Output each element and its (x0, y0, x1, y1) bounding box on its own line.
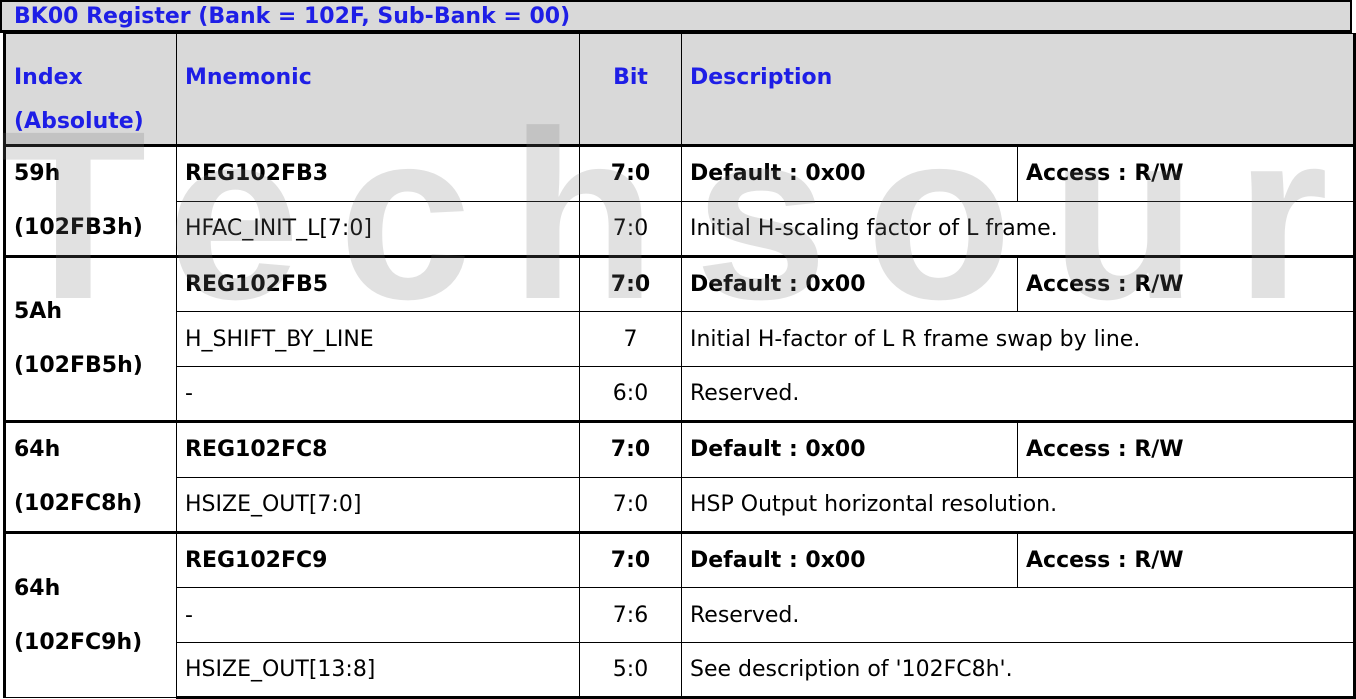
table-row: HSIZE_OUT[7:0] 7:0 HSP Output horizontal… (5, 476, 1356, 533)
field-bit: 7:0 (579, 476, 682, 533)
register-table: Index (Absolute) Mnemonic Bit Description… (3, 33, 1356, 699)
register-access: Access : R/W (1016, 144, 1356, 202)
field-description: Initial H-factor of L R frame swap by li… (680, 311, 1356, 367)
field-bit: 5:0 (579, 642, 682, 699)
field-description: Initial H-scaling factor of L frame. (680, 200, 1356, 257)
register-default: Default : 0x00 (681, 531, 1018, 588)
register-mnemonic: REG102FB3 (176, 144, 580, 202)
field-description: HSP Output horizontal resolution. (680, 476, 1356, 533)
header-bit: Bit (579, 33, 682, 147)
register-default: Default : 0x00 (681, 420, 1018, 478)
header-description: Description (680, 33, 1356, 147)
register-index: 64h (102FC8h) (4, 420, 177, 533)
register-bit: 7:0 (579, 255, 682, 312)
header-index: Index (Absolute) (4, 33, 177, 147)
field-mnemonic: HSIZE_OUT[13:8] (176, 642, 580, 699)
register-index: 59h (102FB3h) (4, 144, 177, 257)
table-row: - 7:6 Reserved. (5, 587, 1356, 643)
register-mnemonic: REG102FC8 (176, 420, 580, 478)
register-access: Access : R/W (1016, 420, 1356, 478)
field-description: See description of '102FC8h'. (680, 642, 1356, 699)
register-bit: 7:0 (579, 531, 682, 588)
table-header-row: Index (Absolute) Mnemonic Bit Description (4, 33, 1356, 147)
header-mnemonic: Mnemonic (176, 33, 580, 147)
field-mnemonic: HFAC_INIT_L[7:0] (176, 200, 580, 257)
table-row: - 6:0 Reserved. (5, 366, 1356, 422)
register-mnemonic: REG102FC9 (176, 531, 580, 588)
register-access: Access : R/W (1016, 255, 1356, 312)
table-row: 64h (102FC9h) REG102FC9 7:0 Default : 0x0… (4, 531, 1356, 698)
field-mnemonic: HSIZE_OUT[7:0] (176, 476, 580, 533)
field-mnemonic: - (176, 587, 580, 643)
page-title: BK00 Register (Bank = 102F, Sub-Bank = 0… (0, 0, 1352, 33)
table-row: 5Ah (102FB5h) REG102FB5 7:0 Default : 0x0… (4, 255, 1356, 422)
table-row: H_SHIFT_BY_LINE 7 Initial H-factor of L … (5, 311, 1356, 367)
field-bit: 7:0 (579, 200, 682, 257)
field-description: Reserved. (680, 587, 1356, 643)
field-bit: 7 (579, 311, 682, 367)
field-bit: 7:6 (579, 587, 682, 643)
register-default: Default : 0x00 (681, 255, 1018, 312)
register-index: 5Ah (102FB5h) (4, 255, 177, 422)
register-default: Default : 0x00 (681, 144, 1018, 202)
field-mnemonic: H_SHIFT_BY_LINE (176, 311, 580, 367)
register-index: 64h (102FC9h) (4, 531, 177, 698)
register-mnemonic: REG102FB5 (176, 255, 580, 312)
field-bit: 6:0 (579, 366, 682, 422)
register-bit: 7:0 (579, 420, 682, 478)
field-description: Reserved. (680, 366, 1356, 422)
field-mnemonic: - (176, 366, 580, 422)
register-bit: 7:0 (579, 144, 682, 202)
table-row: 59h (102FB3h) REG102FB3 7:0 Default : 0x0… (4, 144, 1356, 257)
table-row: 64h (102FC8h) REG102FC8 7:0 Default : 0x0… (4, 420, 1356, 533)
register-access: Access : R/W (1016, 531, 1356, 588)
table-row: HFAC_INIT_L[7:0] 7:0 Initial H-scaling f… (5, 200, 1356, 257)
table-row: HSIZE_OUT[13:8] 5:0 See description of '… (5, 642, 1356, 699)
